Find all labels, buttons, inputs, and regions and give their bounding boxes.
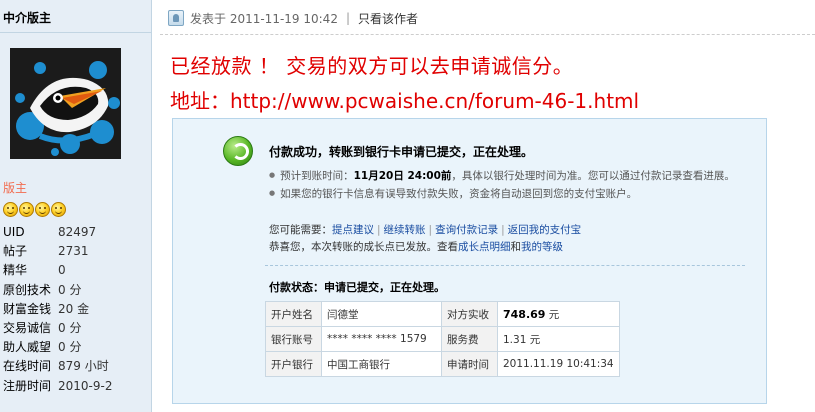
stat-value: 879 小时 — [58, 359, 109, 374]
stat-value: 2010-9-2 — [58, 378, 113, 393]
post-timestamp: 发表于 2011-11-19 10:42 — [190, 11, 338, 26]
stat-row: UID 82497 — [3, 223, 151, 242]
bullet-eta: 预计到账时间：11月20日 24:00前，具体以银行处理时间为准。您可以通过付款… — [269, 168, 735, 183]
may-need-links: 您可能需要：提点建议 | 继续转账 | 查询付款记录 | 返回我的支付宝 — [269, 222, 581, 237]
stat-row: 财富金钱 20 金 — [3, 300, 151, 319]
table-label: 银行账号 — [265, 326, 322, 352]
stat-key: 精华 — [3, 263, 28, 278]
continue-transfer-link[interactable]: 继续转账 — [384, 224, 426, 236]
stat-value[interactable]: 2731 — [58, 242, 89, 261]
user-stats: UID 82497 帖子 2731 精华 0 原创技术 0 分 财富金钱 20 金 交易诚… — [3, 223, 151, 396]
stat-row: 在线时间 879 小时 — [3, 357, 151, 376]
may-need-label: 您可能需要： — [269, 224, 332, 236]
divider — [160, 34, 815, 35]
payment-title: 付款成功，转账到银行卡申请已提交，正在处理。 — [269, 145, 534, 159]
suggest-link[interactable]: 提点建议 — [332, 224, 374, 236]
eta-time: 11月20日 24:00前 — [353, 170, 452, 182]
bullet-failure-note: 如果您的银行卡信息有误导致付款失败，资金将自动退回到您的支付宝账户。 — [269, 186, 637, 201]
stat-row: 原创技术 0 分 — [3, 281, 151, 300]
separator: | — [377, 224, 381, 236]
smiley-icon — [3, 202, 18, 217]
growth-points-link[interactable]: 成长点明细 — [458, 241, 511, 253]
stat-row: 注册时间 2010-9-2 — [3, 377, 151, 396]
table-label: 开户姓名 — [265, 301, 322, 327]
table-label: 服务费 — [441, 326, 498, 352]
separator: | — [345, 11, 350, 25]
payment-status: 付款状态：申请已提交，正在处理。 — [269, 281, 445, 294]
post-message-line1: 已经放款 ！ 交易的双方可以去申请诚信分。 — [170, 54, 574, 78]
smiley-icon — [35, 202, 50, 217]
separator: | — [428, 224, 433, 236]
stat-key: 交易诚信 — [3, 320, 52, 335]
and-text: 和 — [510, 241, 522, 253]
divider — [0, 32, 151, 33]
divider — [265, 265, 745, 266]
smiley-icon — [51, 202, 66, 217]
payment-screenshot[interactable]: 付款成功，转账到银行卡申请已提交，正在处理。 预计到账时间：11月20日 24:… — [172, 118, 767, 404]
payment-records-link[interactable]: 查询付款记录 — [435, 224, 498, 236]
post-meta: 发表于 2011-11-19 10:42 | 只看该作者 — [168, 9, 418, 27]
only-author-link[interactable]: 只看该作者 — [358, 10, 418, 27]
stat-value: 0 分 — [58, 320, 82, 335]
table-row: 开户姓名 闫德堂 对方实收 748.69 元 — [265, 301, 620, 327]
table-label: 对方实收 — [441, 301, 498, 327]
online-status-icon — [168, 10, 184, 26]
stat-key: 注册时间 — [3, 378, 52, 393]
growth-points-note: 恭喜您，本次转账的成长点已发放。查看成长点明细和我的等级 — [269, 239, 563, 254]
username[interactable]: 中介版主 — [3, 9, 51, 26]
refresh-success-icon — [223, 136, 253, 166]
user-role[interactable]: 版主 — [3, 179, 27, 196]
smiley-icon — [19, 202, 34, 217]
stat-key: 助人威望 — [3, 340, 52, 355]
stat-value: 0 分 — [58, 282, 82, 297]
stat-value: 82497 — [58, 225, 97, 239]
stat-row: 交易诚信 0 分 — [3, 319, 151, 338]
congrats-text: 恭喜您，本次转账的成长点已发放。查看 — [269, 241, 458, 253]
table-row: 银行账号 **** **** **** 1579 服务费 1.31 元 — [265, 326, 620, 352]
payment-details-table: 开户姓名 闫德堂 对方实收 748.69 元 银行账号 **** **** **… — [265, 301, 620, 377]
my-level-link[interactable]: 我的等级 — [521, 241, 563, 253]
stat-key: 帖子 — [3, 244, 28, 259]
table-value: 闫德堂 — [321, 301, 442, 327]
stat-row: 精华 0 — [3, 261, 151, 280]
stat-row: 帖子 2731 — [3, 242, 151, 261]
table-label: 申请时间 — [441, 351, 498, 377]
separator: | — [501, 224, 505, 236]
table-value: **** **** **** 1579 — [321, 326, 442, 352]
table-value: 2011.11.19 10:41:34 — [497, 351, 620, 377]
table-value: 中国工商银行 — [321, 351, 442, 377]
stat-key: 在线时间 — [3, 359, 52, 374]
received-amount: 748.69 元 — [497, 301, 620, 327]
back-to-alipay-link[interactable]: 返回我的支付宝 — [508, 224, 582, 236]
eta-note: ，具体以银行处理时间为准。您可以通过付款记录查看进展。 — [451, 170, 735, 182]
stat-key: 财富金钱 — [3, 301, 52, 316]
table-value: 1.31 元 — [497, 326, 620, 352]
user-sidebar: 中介版主 版主 UID 82497 帖子 2731 精华 0 原创技术 0 分 — [0, 0, 152, 412]
stat-row: 助人威望 0 分 — [3, 338, 151, 357]
stat-key: UID — [3, 225, 25, 239]
table-row: 开户银行 中国工商银行 申请时间 2011.11.19 10:41:34 — [265, 351, 620, 377]
stat-key: 原创技术 — [3, 282, 52, 297]
eta-label: 预计到账时间： — [280, 170, 354, 182]
stat-value: 20 金 — [58, 301, 90, 316]
stat-value[interactable]: 0 — [58, 261, 66, 280]
post-message-line2: 地址：http://www.pcwaishe.cn/forum-46-1.htm… — [170, 89, 640, 113]
amount-value: 748.69 — [503, 307, 546, 321]
penguin-avatar-icon — [10, 48, 121, 159]
amount-unit: 元 — [548, 308, 560, 321]
avatar[interactable] — [10, 48, 121, 159]
table-label: 开户银行 — [265, 351, 322, 377]
stat-value: 0 分 — [58, 340, 82, 355]
rank-stars — [3, 202, 66, 217]
